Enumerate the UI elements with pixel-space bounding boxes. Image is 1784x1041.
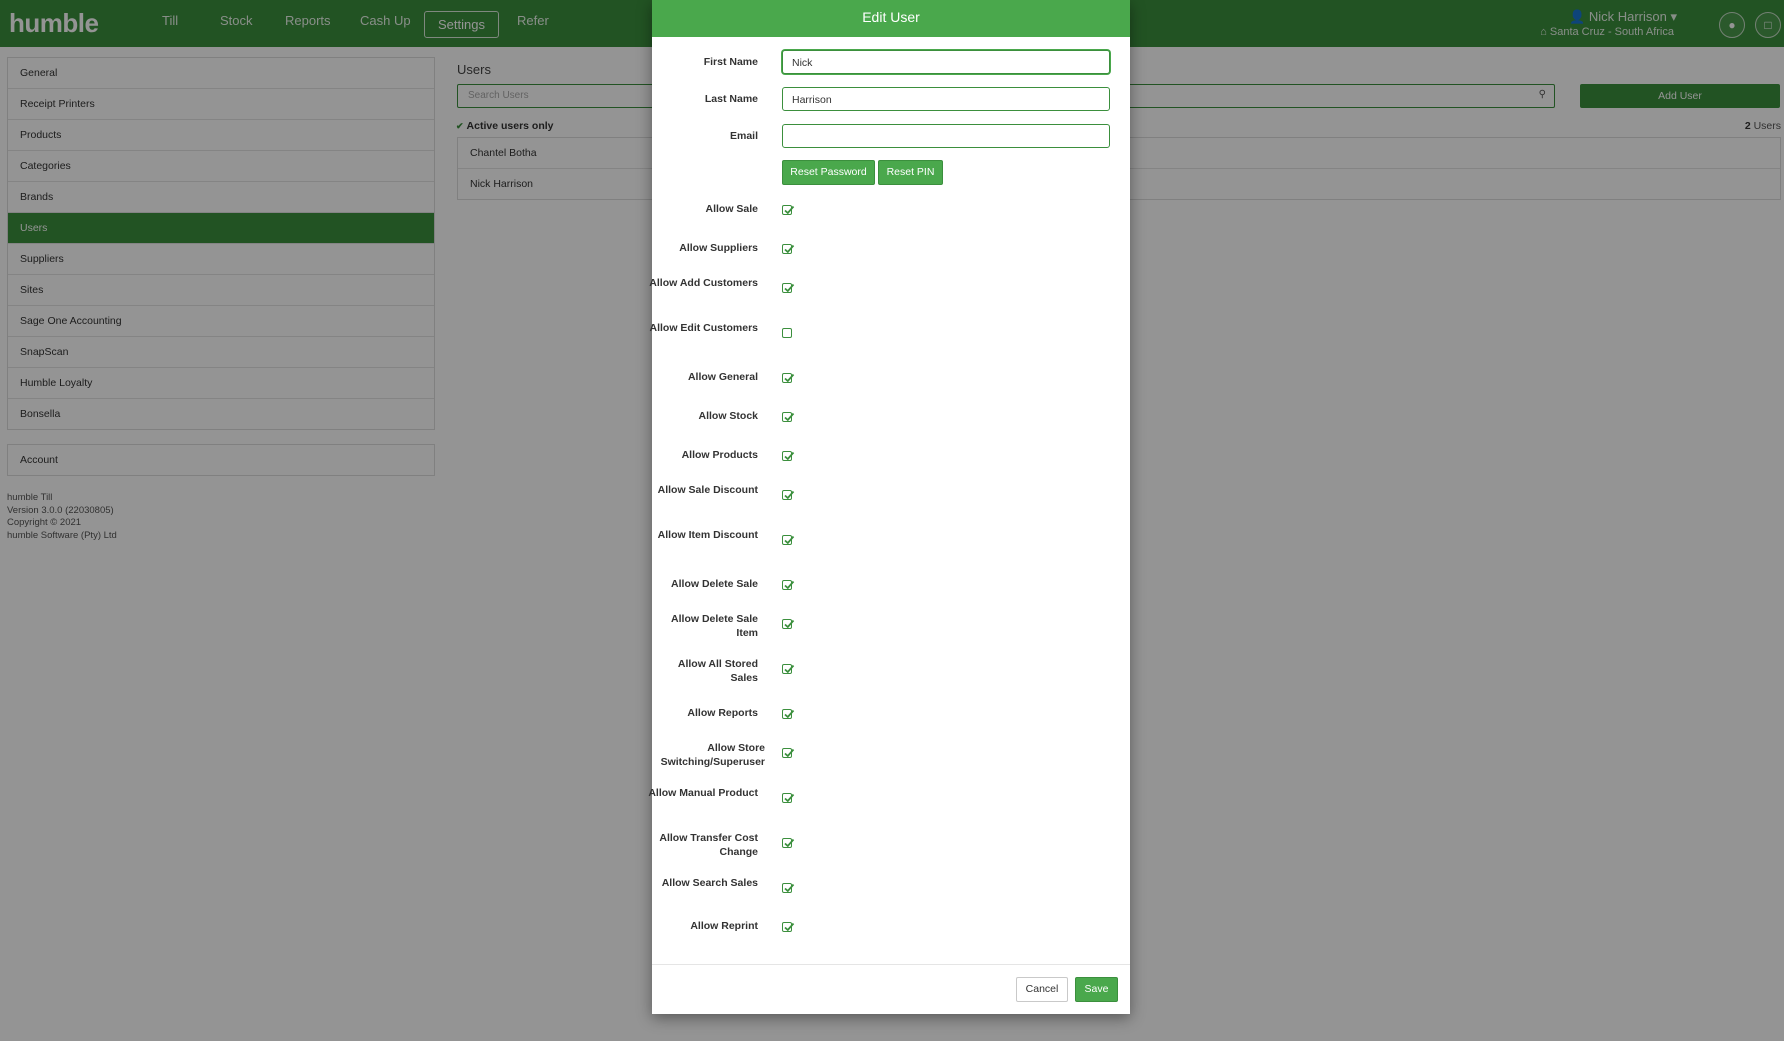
reset-password-button[interactable]: Reset Password [782, 160, 875, 185]
permission-label: Allow Delete Sale Item [671, 613, 758, 639]
checkmark-icon [784, 883, 795, 893]
permission-label: Allow Search Sales [661, 877, 758, 889]
permission-label: Allow All Stored Sales [677, 658, 758, 684]
dialog-title: Edit User [652, 0, 1130, 37]
edit-user-dialog: Edit User First Name Nick Last Name Harr… [648, 0, 1130, 1014]
save-button[interactable]: Save [1075, 977, 1118, 1002]
checkmark-icon [784, 838, 795, 848]
first-name-label: First Name [703, 56, 758, 68]
email-label: Email [729, 130, 758, 142]
footer-divider [652, 964, 1130, 965]
permission-checkbox[interactable] [782, 328, 792, 338]
permission-label: Allow General [687, 371, 758, 383]
permission-label: Allow Edit Customers [649, 322, 758, 334]
checkmark-icon [784, 373, 795, 383]
permission-label: Allow Transfer Cost Change [659, 832, 758, 858]
last-name-label: Last Name [704, 93, 758, 105]
permission-label: Allow Products [681, 449, 758, 461]
permission-checkbox[interactable] [782, 451, 795, 461]
checkmark-icon [784, 922, 795, 932]
checkmark-icon [784, 490, 795, 500]
permission-checkbox[interactable] [782, 535, 795, 545]
permission-checkbox[interactable] [782, 580, 795, 590]
reset-pin-button[interactable]: Reset PIN [878, 160, 943, 185]
permission-checkbox[interactable] [782, 664, 795, 674]
checkmark-icon [784, 451, 795, 461]
checkmark-icon [784, 793, 795, 803]
permission-label: Allow Sale Discount [657, 484, 758, 496]
checkmark-icon [784, 748, 795, 758]
permission-label: Allow Reprint [690, 920, 758, 932]
checkmark-icon [784, 709, 795, 719]
checkmark-icon [784, 412, 795, 422]
permission-checkbox[interactable] [782, 283, 795, 293]
permission-label: Allow Manual Product [648, 787, 758, 799]
permission-checkbox[interactable] [782, 205, 795, 215]
checkmark-icon [784, 580, 795, 590]
cancel-button[interactable]: Cancel [1016, 977, 1068, 1002]
permission-checkbox[interactable] [782, 412, 795, 422]
permission-checkbox[interactable] [782, 490, 795, 500]
checkmark-icon [784, 664, 795, 674]
permission-checkbox[interactable] [782, 922, 795, 932]
checkmark-icon [784, 205, 795, 215]
permission-label: Allow Store Switching/Superuser [660, 742, 765, 768]
first-name-field[interactable]: Nick [782, 50, 1110, 74]
permission-checkbox[interactable] [782, 244, 795, 254]
permission-label: Allow Delete Sale [671, 578, 758, 590]
permission-checkbox[interactable] [782, 793, 795, 803]
permission-label: Allow Stock [698, 410, 758, 422]
permission-checkbox[interactable] [782, 709, 795, 719]
permission-checkbox[interactable] [782, 373, 795, 383]
permission-label: Allow Sale [705, 203, 758, 215]
permission-label: Allow Add Customers [649, 277, 758, 289]
last-name-field[interactable]: Harrison [782, 87, 1110, 111]
permission-label: Allow Item Discount [657, 529, 758, 541]
permission-checkbox[interactable] [782, 619, 795, 629]
checkmark-icon [784, 619, 795, 629]
email-field[interactable] [782, 124, 1110, 148]
permission-checkbox[interactable] [782, 883, 795, 893]
checkmark-icon [784, 283, 795, 293]
permission-checkbox[interactable] [782, 838, 795, 848]
checkmark-icon [784, 535, 795, 545]
permission-label: Allow Reports [687, 707, 758, 719]
permission-label: Allow Suppliers [679, 242, 758, 254]
checkmark-icon [784, 244, 795, 254]
permission-checkbox[interactable] [782, 748, 795, 758]
